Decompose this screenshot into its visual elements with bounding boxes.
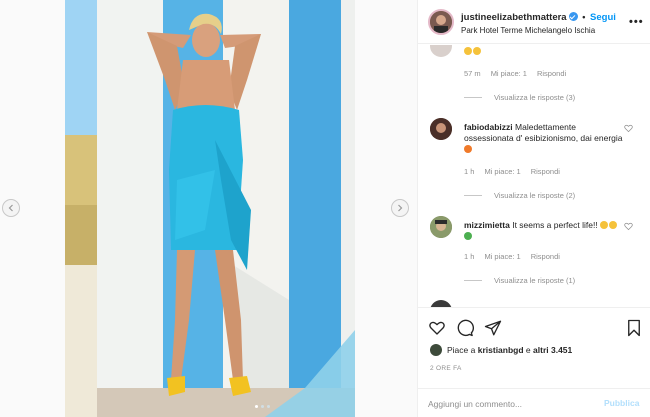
emoji-icon (464, 145, 472, 153)
location-link[interactable]: Park Hotel Terme Michelangelo Ischia (461, 26, 595, 35)
emoji-icon (464, 232, 472, 240)
chevron-left-icon (8, 204, 13, 212)
author-username[interactable]: justineelizabethmattera (461, 12, 567, 23)
view-replies-link[interactable]: Visualizza le risposte (1) (464, 276, 575, 285)
comment-avatar[interactable] (430, 216, 452, 238)
post-actions: Piace a kristianbgd e altri 3.451 2 ORE … (418, 307, 650, 417)
comment-body: It seems a perfect life!! (512, 220, 598, 230)
comment-likes[interactable]: Mi piace: 1 (491, 69, 527, 78)
likes-summary: Piace a kristianbgd e altri 3.451 (430, 344, 572, 356)
likes-suffix: e (525, 345, 531, 355)
comment-time: 1 h (464, 252, 475, 261)
comment-meta: 1 h Mi piace: 1 Rispondi (464, 167, 570, 176)
comment-username[interactable]: fabiodabizzi (464, 122, 513, 132)
reply-link[interactable]: Rispondi (537, 69, 566, 78)
comment-time: 57 m (464, 69, 481, 78)
comment-likes[interactable]: Mi piace: 1 (484, 167, 520, 176)
comment-username[interactable]: mizzimietta (464, 220, 510, 230)
comment-input[interactable] (428, 397, 588, 411)
reply-link[interactable]: Rispondi (531, 167, 560, 176)
comment-text (464, 46, 482, 57)
post-time[interactable]: 2 ORE FA (430, 365, 462, 372)
carousel-dots (255, 405, 270, 408)
comment-meta: 57 m Mi piace: 1 Rispondi (464, 69, 576, 78)
add-comment-bar: Pubblica (418, 388, 650, 417)
view-replies-link[interactable]: Visualizza le risposte (2) (464, 191, 575, 200)
bookmark-icon[interactable] (625, 319, 643, 337)
comment-avatar[interactable] (430, 300, 452, 307)
separator-dot: • (582, 12, 586, 22)
comment-time: 1 h (464, 167, 475, 176)
post-header: justineelizabethmattera • Segui Park Hot… (418, 0, 650, 44)
like-comment-heart-icon[interactable] (624, 124, 633, 133)
likes-prefix: Piace a (447, 345, 476, 355)
previous-post-button[interactable] (2, 199, 20, 217)
like-comment-heart-icon[interactable] (624, 222, 633, 231)
post-photo[interactable] (65, 0, 355, 417)
emoji-icon (473, 47, 481, 55)
post-side-panel: justineelizabethmattera • Segui Park Hot… (417, 0, 650, 417)
comment-text: fabiodabizzi Maledettamente ossessionata… (464, 122, 624, 155)
likes-others-link[interactable]: altri 3.451 (533, 345, 572, 355)
emoji-icon (609, 221, 618, 229)
comment-avatar[interactable] (430, 118, 452, 140)
comment-text: mizzimietta It seems a perfect life!! (464, 220, 624, 242)
comment-meta: 1 h Mi piace: 1 Rispondi (464, 252, 570, 261)
more-options-icon[interactable]: ••• (629, 16, 644, 28)
liker-avatar[interactable] (430, 344, 442, 356)
author-avatar[interactable] (428, 9, 454, 35)
share-icon[interactable] (484, 319, 502, 337)
post-image (65, 0, 355, 417)
comment-likes[interactable]: Mi piace: 1 (484, 252, 520, 261)
chevron-right-icon (398, 204, 403, 212)
heart-icon[interactable] (428, 319, 446, 337)
instagram-post-view: justineelizabethmattera • Segui Park Hot… (0, 0, 650, 417)
comment-icon[interactable] (456, 319, 474, 337)
view-replies-link[interactable]: Visualizza le risposte (3) (464, 93, 575, 102)
carousel-dot (261, 405, 264, 408)
follow-button[interactable]: Segui (590, 12, 616, 23)
author-line: justineelizabethmattera • Segui (461, 12, 616, 23)
emoji-icon (464, 47, 472, 55)
carousel-dot (255, 405, 258, 408)
reply-link[interactable]: Rispondi (531, 252, 560, 261)
publish-button[interactable]: Pubblica (604, 398, 639, 408)
comment-avatar[interactable] (430, 45, 452, 57)
next-slide-button[interactable] (391, 199, 409, 217)
carousel-dot (267, 405, 270, 408)
verified-badge-icon (568, 12, 578, 21)
liker-username[interactable]: kristianbgd (478, 345, 524, 355)
comments-list[interactable]: 57 m Mi piace: 1 Rispondi Visualizza le ri… (418, 45, 650, 307)
emoji-icon (600, 221, 609, 229)
